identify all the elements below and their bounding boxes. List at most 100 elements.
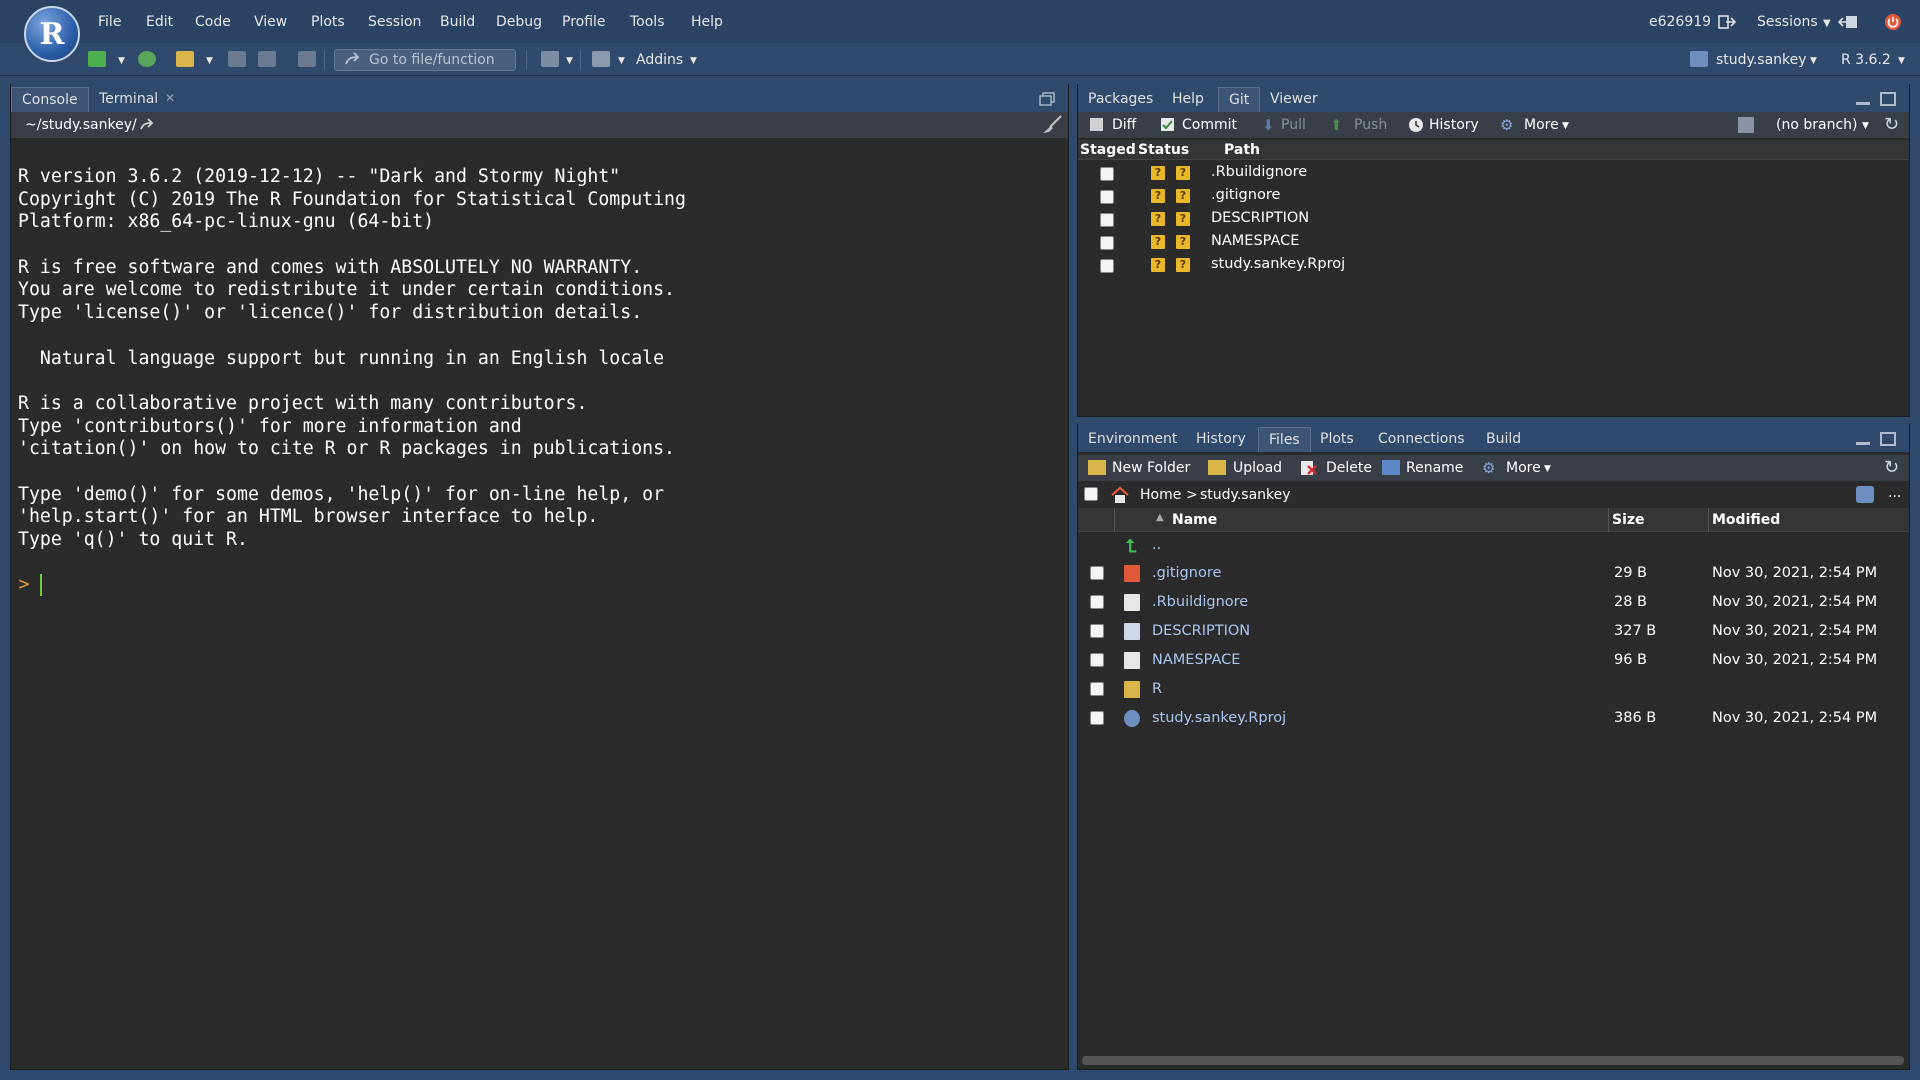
menu-edit[interactable]: Edit [146,14,173,30]
share-arrow-icon[interactable] [139,117,155,135]
file-row[interactable]: study.sankey.Rproj 386 B Nov 30, 2021, 2:5… [1078,707,1909,736]
diff-button[interactable]: Diff [1112,117,1136,133]
broom-clear-icon[interactable] [1041,115,1063,139]
git-file-path[interactable]: NAMESPACE [1211,233,1299,249]
working-directory[interactable]: ~/study.sankey/ [25,117,137,133]
breadcrumb-dir[interactable]: study.sankey [1200,487,1291,503]
tab-files[interactable]: Files [1258,427,1311,452]
sign-out-icon[interactable] [1718,14,1737,34]
new-file-icon[interactable] [88,51,106,67]
file-name-link[interactable]: .gitignore [1152,565,1221,581]
file-name-link[interactable]: R [1152,681,1162,697]
more-menu[interactable]: More [1524,117,1559,133]
git-file-path[interactable]: .gitignore [1211,187,1280,203]
menu-tools[interactable]: Tools [630,14,665,30]
history-button[interactable]: History [1429,117,1479,133]
file-row[interactable]: DESCRIPTION 327 B Nov 30, 2021, 2:54 PM [1078,620,1909,649]
session-quit-icon[interactable] [1837,14,1858,34]
col-path[interactable]: Path [1224,142,1260,158]
grid-layout-icon[interactable] [592,51,610,67]
stage-checkbox[interactable] [1100,167,1114,181]
refresh-icon[interactable]: ↻ [1884,457,1899,478]
file-select-checkbox[interactable] [1090,682,1104,696]
power-icon[interactable] [1884,13,1902,35]
minimize-icon[interactable] [1856,442,1870,445]
file-select-checkbox[interactable] [1090,595,1104,609]
menu-session[interactable]: Session [368,14,421,30]
rename-button[interactable]: Rename [1406,460,1463,476]
refresh-icon[interactable]: ↻ [1884,114,1899,135]
tab-history[interactable]: History [1186,427,1256,452]
git-file-path[interactable]: .Rbuildignore [1211,164,1307,180]
git-file-row[interactable]: ?? .gitignore [1078,186,1909,209]
branch-icon[interactable] [1738,117,1754,133]
save-icon[interactable] [228,51,246,67]
menu-help[interactable]: Help [691,14,723,30]
file-select-checkbox[interactable] [1090,624,1104,638]
stage-checkbox[interactable] [1100,236,1114,250]
tab-git[interactable]: Git [1218,87,1261,112]
select-all-checkbox[interactable] [1084,487,1098,501]
print-icon[interactable] [298,51,316,67]
git-icon[interactable] [541,51,559,67]
menu-plots[interactable]: Plots [311,14,345,30]
col-staged[interactable]: Staged [1080,142,1136,158]
r-version-menu[interactable]: R 3.6.2 [1841,52,1891,68]
git-file-row[interactable]: ?? .Rbuildignore [1078,163,1909,186]
commit-button[interactable]: Commit [1182,117,1237,133]
tab-connections[interactable]: Connections [1368,427,1475,452]
col-name[interactable]: Name [1172,512,1217,528]
open-folder-icon[interactable] [176,51,194,67]
tab-packages[interactable]: Packages [1078,87,1163,112]
menu-profile[interactable]: Profile [562,14,606,30]
menu-build[interactable]: Build [440,14,475,30]
file-row[interactable]: NAMESPACE 96 B Nov 30, 2021, 2:54 PM [1078,649,1909,678]
git-file-path[interactable]: DESCRIPTION [1211,210,1309,226]
file-name-link[interactable]: DESCRIPTION [1152,623,1250,639]
git-file-path[interactable]: study.sankey.Rproj [1211,256,1345,272]
tab-viewer[interactable]: Viewer [1260,87,1328,112]
save-all-icon[interactable] [258,51,276,67]
addins-menu[interactable]: Addins [636,52,683,68]
upload-button[interactable]: Upload [1233,460,1282,476]
horizontal-scrollbar[interactable] [1082,1056,1904,1065]
maximize-icon[interactable] [1880,432,1896,446]
tab-terminal[interactable]: Terminal [89,87,168,112]
file-name-link[interactable]: NAMESPACE [1152,652,1240,668]
file-name-link[interactable]: .Rbuildignore [1152,594,1248,610]
col-size[interactable]: Size [1612,512,1645,528]
maximize-icon[interactable] [1880,92,1896,106]
new-folder-button[interactable]: New Folder [1112,460,1190,476]
menu-debug[interactable]: Debug [496,14,542,30]
col-modified[interactable]: Modified [1712,512,1780,528]
file-select-checkbox[interactable] [1090,711,1104,725]
git-file-row[interactable]: ?? DESCRIPTION [1078,209,1909,232]
more-ellipsis-button[interactable]: ... [1888,485,1901,501]
stage-checkbox[interactable] [1100,259,1114,273]
col-status[interactable]: Status [1138,142,1189,158]
minimize-icon[interactable] [1856,102,1870,105]
tab-console[interactable]: Console [11,87,89,112]
project-menu[interactable]: study.sankey [1716,52,1807,68]
new-project-icon[interactable] [138,51,156,67]
file-row[interactable]: .Rbuildignore 28 B Nov 30, 2021, 2:54 PM [1078,591,1909,620]
tab-help[interactable]: Help [1162,87,1214,112]
sessions-menu[interactable]: Sessions [1757,14,1818,30]
file-select-checkbox[interactable] [1090,653,1104,667]
stage-checkbox[interactable] [1100,190,1114,204]
project-link-icon[interactable] [1856,486,1874,503]
file-row[interactable]: R [1078,678,1909,707]
delete-button[interactable]: Delete [1326,460,1372,476]
breadcrumb-home[interactable]: Home [1140,487,1181,503]
file-select-checkbox[interactable] [1090,566,1104,580]
tab-plots[interactable]: Plots [1310,427,1364,452]
push-button[interactable]: Push [1354,117,1387,133]
restore-pane-icon[interactable] [1039,92,1055,110]
more-menu[interactable]: More [1506,460,1541,476]
parent-directory-link[interactable]: .. [1152,537,1161,553]
tab-build[interactable]: Build [1476,427,1531,452]
menu-code[interactable]: Code [195,14,231,30]
git-file-row[interactable]: ?? NAMESPACE [1078,232,1909,255]
branch-menu[interactable]: (no branch) [1776,117,1857,133]
tab-environment[interactable]: Environment [1078,427,1187,452]
